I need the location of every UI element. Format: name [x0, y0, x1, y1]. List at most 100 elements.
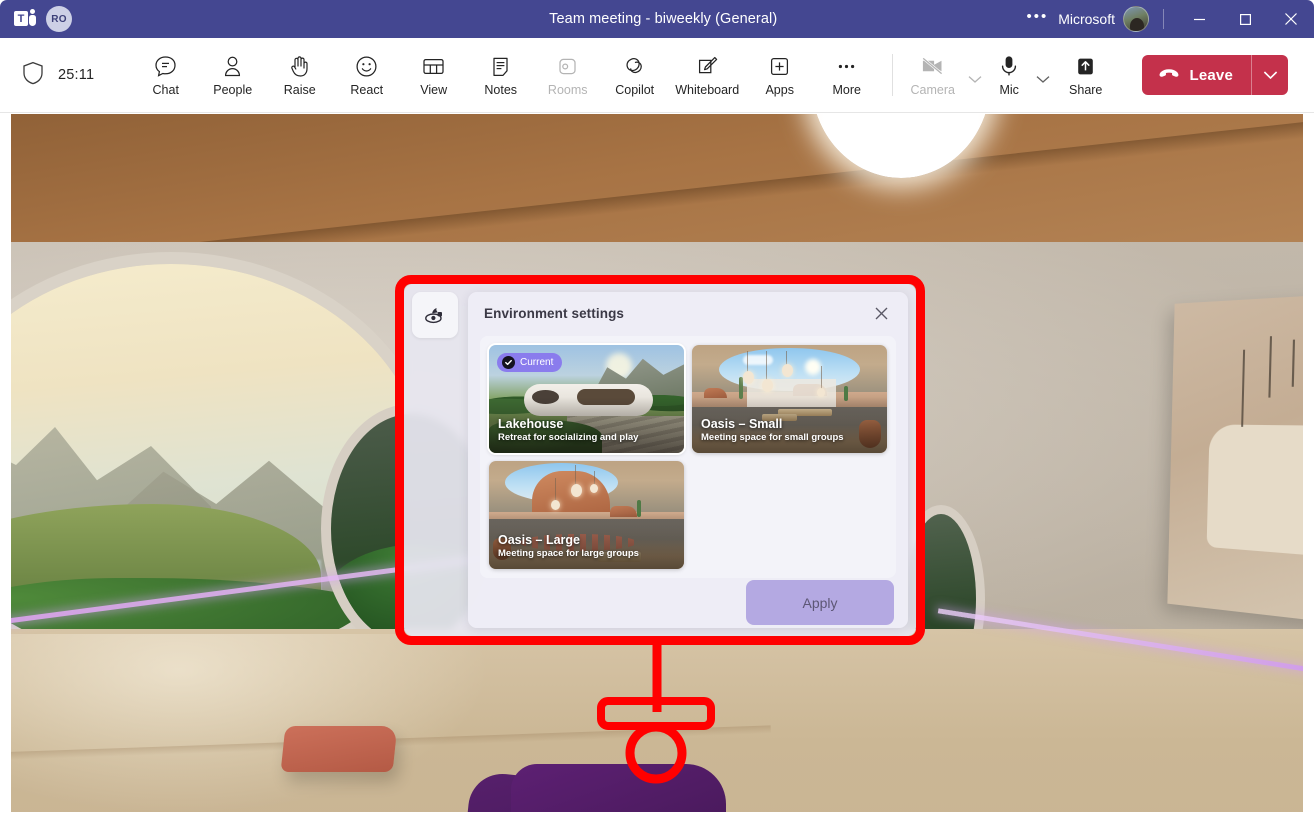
- chat-icon: [153, 53, 178, 79]
- raise-hand-icon: [287, 53, 312, 79]
- titlebar-overflow-button[interactable]: •••: [1026, 9, 1058, 30]
- meeting-timer: 25:11: [58, 67, 94, 83]
- camera-chevron-down-icon[interactable]: [966, 44, 984, 106]
- breakout-rooms-icon: [555, 53, 580, 79]
- environment-name: Lakehouse: [498, 417, 638, 433]
- environment-description: Meeting space for small groups: [701, 432, 844, 444]
- user-profile-photo[interactable]: [1123, 6, 1149, 32]
- dialog-footer: Apply: [468, 578, 908, 628]
- status-badge: Current: [497, 353, 562, 372]
- environment-description: Meeting space for large groups: [498, 548, 639, 560]
- toolbar-item-view[interactable]: View: [400, 44, 467, 106]
- toolbar-item-camera[interactable]: Camera: [899, 44, 966, 106]
- check-circle-icon: [502, 356, 515, 369]
- mic-icon: [998, 53, 1020, 79]
- mic-chevron-down-icon[interactable]: [1034, 44, 1052, 106]
- toolbar-label: React: [350, 84, 383, 97]
- copilot-icon: [622, 53, 647, 79]
- camera-group: Camera: [899, 44, 984, 106]
- toolbar-label: People: [213, 84, 252, 97]
- people-icon: [220, 53, 245, 79]
- share-up-icon: [1073, 53, 1098, 79]
- more-horizontal-icon: [834, 53, 859, 79]
- toolbar-label: Apps: [765, 84, 794, 97]
- window-minimize-button[interactable]: [1176, 0, 1222, 38]
- floor-highlight: [11, 634, 491, 812]
- toolbar-item-apps[interactable]: Apps: [746, 44, 813, 106]
- toolbar-item-people[interactable]: People: [199, 44, 266, 106]
- toolbar-label: View: [420, 84, 447, 97]
- camera-off-icon: [920, 53, 946, 79]
- toolbar-item-react[interactable]: React: [333, 44, 400, 106]
- dialog-panel: Environment settings: [468, 292, 908, 628]
- environment-text: Oasis – Small Meeting space for small gr…: [701, 417, 844, 445]
- toolbar-label: Rooms: [548, 84, 588, 97]
- leave-button[interactable]: Leave: [1142, 55, 1288, 95]
- react-emoji-icon: [354, 53, 379, 79]
- environment-name: Oasis – Small: [701, 417, 844, 433]
- environment-list: Current Lakehouse Retreat for socializin…: [480, 336, 896, 578]
- environment-text: Lakehouse Retreat for socializing and pl…: [498, 417, 638, 445]
- account-avatar[interactable]: RO: [46, 6, 72, 32]
- leave-main[interactable]: Leave: [1142, 55, 1251, 95]
- toolbar-label: Whiteboard: [675, 84, 739, 97]
- toolbar-left-group: 25:11: [0, 61, 94, 90]
- toolbar-item-more[interactable]: More: [813, 44, 880, 106]
- toolbar-label: Chat: [153, 84, 179, 97]
- environment-settings-dialog: Environment settings: [404, 284, 916, 636]
- mic-group: Mic: [984, 44, 1052, 106]
- toolbar-divider: [892, 54, 893, 96]
- titlebar-divider: [1163, 9, 1164, 29]
- title-bar-left: T RO: [0, 6, 300, 32]
- dialog-header: Environment settings: [468, 292, 908, 336]
- badge-label: Current: [520, 357, 553, 368]
- toolbar-item-mic[interactable]: Mic: [984, 44, 1034, 106]
- toolbar-item-notes[interactable]: Notes: [467, 44, 534, 106]
- environment-description: Retreat for socializing and play: [498, 432, 638, 444]
- toolbar-label: Copilot: [615, 84, 654, 97]
- environment-settings-icon: [412, 292, 458, 338]
- apply-button[interactable]: Apply: [746, 580, 894, 625]
- notes-icon: [488, 53, 513, 79]
- environment-text: Oasis – Large Meeting space for large gr…: [498, 533, 639, 561]
- environment-card-oasis-small[interactable]: Oasis – Small Meeting space for small gr…: [692, 345, 887, 453]
- toolbar-item-share[interactable]: Share: [1052, 44, 1119, 106]
- toolbar-label: Raise: [284, 84, 316, 97]
- window-close-button[interactable]: [1268, 0, 1314, 38]
- title-bar: T RO Team meeting - biweekly (General) •…: [0, 0, 1314, 38]
- teams-meeting-window: T RO Team meeting - biweekly (General) •…: [0, 0, 1314, 826]
- wall-art: [1167, 289, 1303, 633]
- toolbar-item-whiteboard[interactable]: Whiteboard: [668, 44, 746, 106]
- toolbar-item-rooms[interactable]: Rooms: [534, 44, 601, 106]
- teams-logo-icon: T: [14, 8, 36, 30]
- meeting-toolbar: 25:11 Chat People Rais: [0, 38, 1314, 113]
- org-name-label: Microsoft: [1058, 11, 1123, 27]
- toolbar-item-chat[interactable]: Chat: [132, 44, 199, 106]
- view-layout-icon: [421, 53, 446, 79]
- close-icon[interactable]: [868, 301, 894, 327]
- dialog-title: Environment settings: [484, 306, 624, 321]
- leave-chevron-down-icon[interactable]: [1252, 55, 1288, 95]
- toolbar-label: Camera: [910, 84, 954, 97]
- environment-name: Oasis – Large: [498, 533, 639, 549]
- window-maximize-button[interactable]: [1222, 0, 1268, 38]
- leave-label: Leave: [1189, 67, 1233, 84]
- environment-card-lakehouse[interactable]: Current Lakehouse Retreat for socializin…: [489, 345, 684, 453]
- environment-card-oasis-large[interactable]: Oasis – Large Meeting space for large gr…: [489, 461, 684, 569]
- whiteboard-icon: [695, 53, 720, 79]
- floor-cushion: [281, 726, 398, 772]
- shield-icon: [22, 61, 44, 90]
- title-bar-right: ••• Microsoft: [1026, 0, 1314, 38]
- toolbar-label: More: [832, 84, 860, 97]
- toolbar-right-group: Leave: [1142, 55, 1314, 95]
- meeting-title: Team meeting - biweekly (General): [300, 11, 1026, 27]
- apps-plus-icon: [767, 53, 792, 79]
- toolbar-label: Notes: [484, 84, 517, 97]
- toolbar-item-raise[interactable]: Raise: [266, 44, 333, 106]
- toolbar-label: Share: [1069, 84, 1102, 97]
- toolbar-actions: Chat People Raise React: [132, 44, 1119, 106]
- toolbar-label: Mic: [999, 84, 1018, 97]
- user-avatar-3d: [441, 714, 731, 812]
- hangup-icon: [1158, 66, 1180, 84]
- toolbar-item-copilot[interactable]: Copilot: [601, 44, 668, 106]
